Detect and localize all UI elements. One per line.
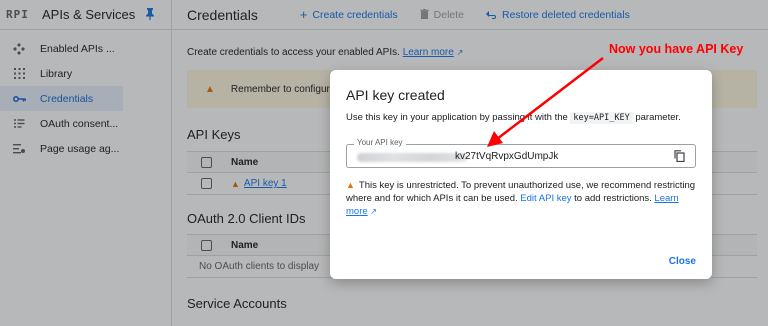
api-key-value[interactable]: kv27tVqRvpxGdUmpJk: [455, 151, 558, 162]
close-button[interactable]: Close: [669, 256, 696, 267]
unrestricted-warning: ▲ This key is unrestricted. To prevent un…: [346, 179, 696, 218]
redacted-key-blur: [357, 153, 467, 162]
dialog-description: Use this key in your application by pass…: [346, 112, 681, 124]
copy-icon[interactable]: [674, 150, 686, 163]
desc-after: parameter.: [635, 112, 681, 123]
desc-before: Use this key in your application by pass…: [346, 112, 568, 123]
external-link-icon: ↗: [370, 207, 377, 216]
api-key-field-label: Your API key: [354, 138, 406, 147]
warning-icon: ▲: [346, 180, 355, 190]
api-key-field[interactable]: Your API key kv27tVqRvpxGdUmpJk: [346, 138, 696, 168]
api-key-dialog: API key created Use this key in your app…: [330, 70, 712, 279]
key-param-code: key=API_KEY: [570, 112, 633, 124]
warning-after: to add restrictions.: [574, 193, 652, 204]
annotation-label: Now you have API Key: [609, 42, 744, 56]
edit-api-key-link[interactable]: Edit API key: [520, 193, 571, 204]
dialog-title: API key created: [346, 87, 445, 103]
